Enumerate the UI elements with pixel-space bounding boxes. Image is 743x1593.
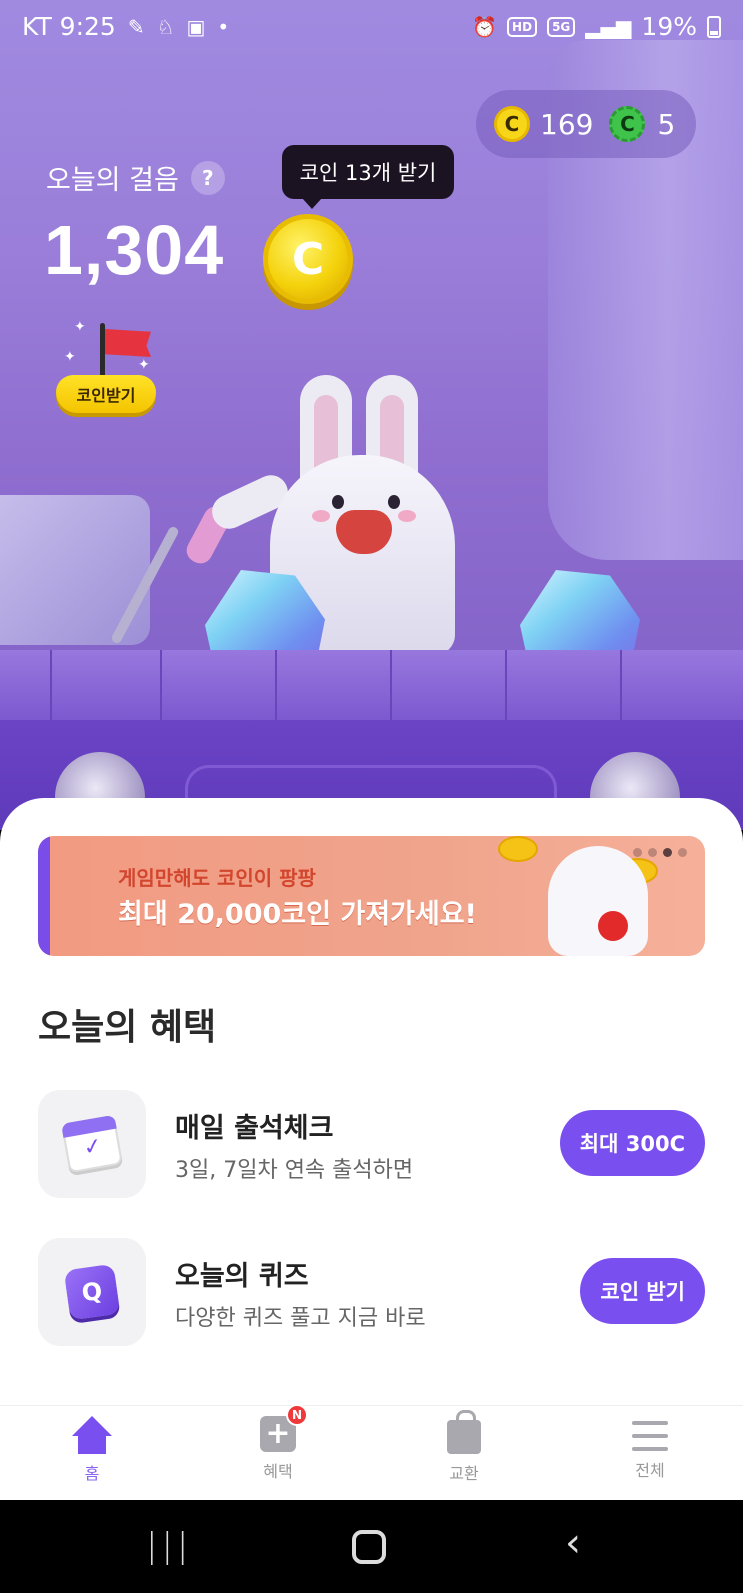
- coin-balance-pill[interactable]: C 169 C 5: [476, 90, 696, 158]
- alarm-icon: ⏰: [472, 14, 498, 39]
- benefit-subtitle: 다양한 퀴즈 풀고 지금 바로: [175, 1306, 426, 1331]
- banner-bunny: [548, 846, 648, 956]
- new-badge: N: [286, 1404, 308, 1426]
- flag-coin-button[interactable]: ✦ ✦ ✦ 코인받기: [56, 315, 156, 415]
- conveyor-table: [0, 650, 743, 722]
- collect-coin-button[interactable]: C: [263, 214, 353, 304]
- blog-chat-icon: ▣: [186, 14, 206, 39]
- coin-tooltip: 코인 13개 받기: [282, 145, 454, 209]
- sparkle-icon: ✦: [138, 357, 150, 373]
- tab-label: 전체: [635, 1461, 665, 1480]
- pagination-dot-active[interactable]: [663, 848, 672, 857]
- feather-icon: ✎: [127, 14, 145, 39]
- back-icon[interactable]: ‹: [565, 1520, 581, 1566]
- bunny-cheek-right: [398, 510, 416, 522]
- calendar-check-icon: [61, 1114, 123, 1174]
- menu-icon: [632, 1421, 668, 1451]
- section-title: 오늘의 혜택: [38, 1007, 217, 1048]
- benefit-row-quiz[interactable]: Q 오늘의 퀴즈 다양한 퀴즈 풀고 지금 바로 코인 받기: [38, 1238, 705, 1348]
- system-nav-bar: ||| ‹: [0, 1500, 743, 1593]
- steps-label-row: 오늘의 걸음 ?: [46, 158, 225, 197]
- home-icon: [72, 1416, 112, 1454]
- status-bar: KT 9:25 ✎ ♘ ▣ • ⏰ HD 5G ▂▄▆ 19%: [0, 0, 743, 52]
- more-notifications-icon: •: [217, 14, 230, 39]
- tab-all[interactable]: 전체: [590, 1416, 710, 1496]
- tab-home[interactable]: 홈: [32, 1416, 152, 1496]
- banner-pagination: [633, 848, 687, 857]
- battery-icon: [707, 15, 721, 38]
- bunny-cheek-left: [312, 510, 330, 522]
- banner-line1: 게임만해도 코인이 팡팡: [118, 866, 316, 890]
- bottom-tab-bar: 홈 + N 혜택 교환 전체: [0, 1404, 743, 1500]
- help-icon[interactable]: ?: [190, 160, 225, 195]
- benefit-subtitle: 3일, 7일차 연속 출석하면: [175, 1158, 414, 1183]
- quiz-q-icon: Q: [63, 1263, 121, 1321]
- carrier-time: KT 9:25: [22, 12, 116, 41]
- banner-edge: [38, 836, 50, 956]
- bunny-eye-right: [388, 495, 400, 509]
- steps-count: 1,304: [44, 211, 225, 289]
- content-sheet: 게임만해도 코인이 팡팡 최대 20,000코인 가져가세요! 오늘의 혜택 매…: [0, 798, 743, 1406]
- battery-percent: 19%: [641, 12, 697, 41]
- banner-line2: 최대 20,000코인 가져가세요!: [118, 899, 477, 930]
- gold-coin-count: 169: [540, 107, 594, 141]
- quiz-cta-button[interactable]: 코인 받기: [580, 1258, 705, 1324]
- benefit-tile: [38, 1090, 146, 1198]
- promo-banner[interactable]: 게임만해도 코인이 팡팡 최대 20,000코인 가져가세요!: [38, 836, 705, 956]
- pagination-dot[interactable]: [648, 848, 657, 857]
- attendance-cta-button[interactable]: 최대 300C: [559, 1110, 705, 1176]
- benefit-row-attendance[interactable]: 매일 출석체크 3일, 7일차 연속 출석하면 최대 300C: [38, 1090, 705, 1200]
- bunny-eye-left: [332, 495, 344, 509]
- gold-coin-icon: [498, 836, 538, 862]
- tab-label: 교환: [449, 1464, 479, 1483]
- pagination-dot[interactable]: [678, 848, 687, 857]
- benefit-title: 매일 출석체크: [175, 1113, 334, 1144]
- hd-icon: HD: [507, 16, 538, 37]
- tab-label: 혜택: [263, 1462, 293, 1481]
- tab-label: 홈: [84, 1464, 100, 1483]
- signal-icon: ▂▄▆: [585, 14, 632, 39]
- steps-label: 오늘의 걸음: [46, 165, 179, 196]
- green-coin-icon: C: [609, 106, 646, 142]
- sparkle-icon: ✦: [64, 349, 76, 365]
- plus-box-icon: + N: [260, 1404, 308, 1452]
- tab-benefits[interactable]: + N 혜택: [218, 1404, 338, 1496]
- benefit-title: 오늘의 퀴즈: [175, 1261, 309, 1292]
- sparkle-icon: ✦: [74, 319, 86, 335]
- tab-exchange[interactable]: 교환: [404, 1410, 524, 1496]
- recent-apps-icon[interactable]: |||: [146, 1526, 192, 1566]
- benefit-tile: Q: [38, 1238, 146, 1346]
- flag-button-label: 코인받기: [56, 375, 156, 413]
- shopping-bag-icon: [447, 1410, 481, 1454]
- red-flag-icon: [105, 329, 151, 357]
- flag-pole: [100, 323, 105, 378]
- pagination-dot[interactable]: [633, 848, 642, 857]
- green-coin-count: 5: [657, 107, 676, 141]
- gold-coin-icon: C: [494, 106, 530, 142]
- home-button-icon[interactable]: [352, 1530, 386, 1564]
- network-5g-icon: 5G: [547, 16, 576, 37]
- rabbit-icon: ♘: [156, 14, 175, 39]
